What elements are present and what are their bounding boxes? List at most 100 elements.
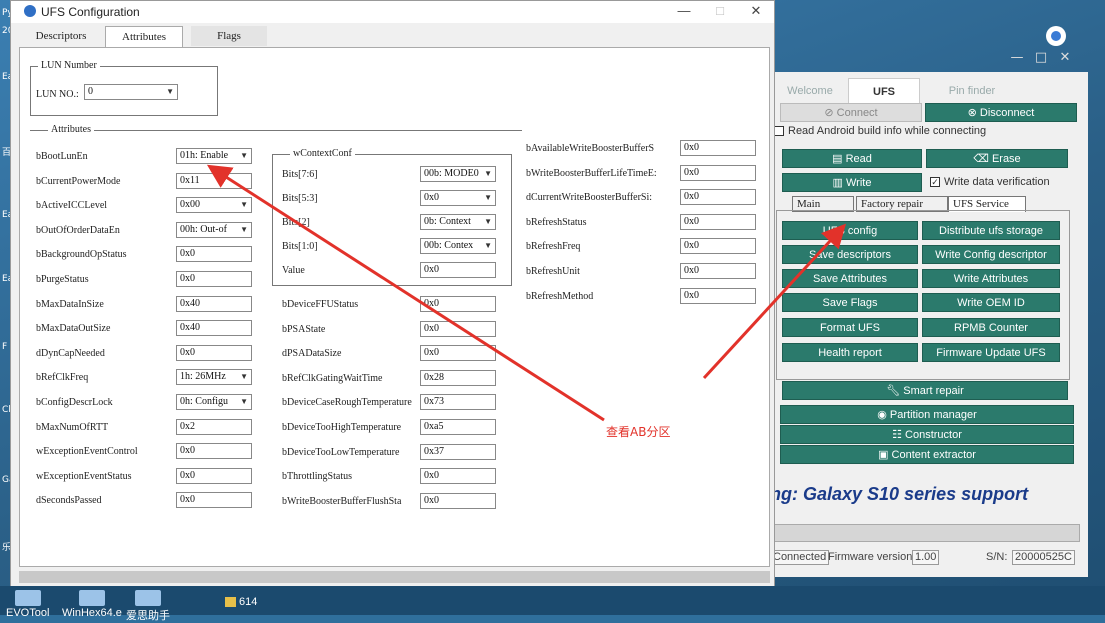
attribute-input[interactable]: 0x0 xyxy=(680,287,756,304)
attribute-input[interactable]: 0x0 xyxy=(420,296,496,312)
save-flags-button[interactable]: Save Flags xyxy=(782,293,918,312)
attribute-input[interactable]: 0x28 xyxy=(420,369,496,386)
attribute-input[interactable]: 0x0 xyxy=(680,213,756,230)
tab-flags[interactable]: Flags xyxy=(191,26,267,46)
attribute-input[interactable]: 0x0 xyxy=(680,189,756,206)
lun-no-select[interactable]: 0 ▼ xyxy=(84,84,178,100)
desktop-icon-label[interactable]: F xyxy=(2,342,7,352)
marquee-text: ng: Galaxy S10 series support xyxy=(770,484,1029,504)
attribute-input[interactable]: 0x40 xyxy=(176,320,252,337)
close-icon[interactable]: ✕ xyxy=(1056,50,1074,65)
disconnect-button[interactable]: ⊗ Disconnect xyxy=(925,103,1077,122)
attribute-label: bPurgeStatus xyxy=(36,274,89,285)
attribute-select[interactable]: 00b: Contex ▼ xyxy=(420,238,496,254)
attribute-input[interactable]: 0x73 xyxy=(420,394,496,411)
attribute-select[interactable]: 0b: Context ▼ xyxy=(420,214,496,230)
window-title: UFS Configuration xyxy=(41,5,140,19)
attribute-input[interactable]: 0x0 xyxy=(680,238,756,255)
attribute-input[interactable]: 0x0 xyxy=(176,271,252,287)
attribute-label: bRefClkFreq xyxy=(36,372,89,384)
attribute-select[interactable]: 00h: Out-of ▼ xyxy=(176,221,252,238)
write-button[interactable]: ▥ Write xyxy=(782,173,922,192)
attribute-input[interactable]: 0x0 xyxy=(680,140,756,156)
attribute-select[interactable]: 0h: Configu ▼ xyxy=(176,394,252,410)
attribute-select[interactable]: 0x0 ▼ xyxy=(420,190,496,206)
save-descriptors-button[interactable]: Save descriptors xyxy=(782,245,918,264)
attribute-input[interactable]: 0x0 xyxy=(420,345,496,362)
health-report-button[interactable]: Health report xyxy=(782,343,918,362)
attribute-label: dSecondsPassed xyxy=(36,495,102,507)
attribute-input[interactable]: 0x0 xyxy=(176,344,252,361)
read-android-info-checkbox[interactable]: Read Android build info while connecting xyxy=(774,125,986,137)
attribute-label: bDeviceCaseRoughTemperature xyxy=(282,397,412,409)
eraser-icon: ⌫ xyxy=(973,153,992,165)
save-attributes-button[interactable]: Save Attributes xyxy=(782,269,918,288)
distribute-ufs-storage-button[interactable]: Distribute ufs storage xyxy=(922,221,1060,240)
firmware-update-ufs-button[interactable]: Firmware Update UFS xyxy=(922,343,1060,362)
smart-repair-button[interactable]: 🔧︎ Smart repair xyxy=(782,381,1068,400)
attribute-input[interactable]: 0x0 xyxy=(680,164,756,181)
chevron-down-icon: ▼ xyxy=(484,193,492,202)
minimize-icon[interactable]: — xyxy=(675,3,693,18)
close-icon[interactable]: ✕ xyxy=(747,3,765,19)
partition-icon: ◉ xyxy=(877,409,890,421)
maximize-icon[interactable]: □ xyxy=(1032,50,1050,65)
attribute-input[interactable]: 0x0 xyxy=(680,263,756,279)
taskbar-folder[interactable]: 614 xyxy=(225,596,257,608)
status-bar: Connected Firmware version: 1.00 S/N: 20… xyxy=(770,548,1088,566)
read-button[interactable]: ▤ Read xyxy=(782,149,922,168)
format-ufs-button[interactable]: Format UFS xyxy=(782,318,918,337)
minimize-icon[interactable]: — xyxy=(1008,50,1026,65)
maximize-icon[interactable]: □ xyxy=(711,3,729,18)
app-icon xyxy=(135,590,161,606)
attribute-select[interactable]: 00b: MODE0 ▼ xyxy=(420,166,496,182)
window-bottom-bar xyxy=(19,571,770,583)
attribute-input[interactable]: 0x0 xyxy=(420,468,496,485)
attribute-label: bActiveICCLevel xyxy=(36,200,108,212)
app-icon xyxy=(14,590,41,606)
partition-manager-button[interactable]: ◉ Partition manager xyxy=(780,405,1074,424)
attribute-input[interactable]: 0xa5 xyxy=(420,419,496,435)
erase-button[interactable]: ⌫ Erase xyxy=(926,149,1068,168)
attribute-select[interactable]: 01h: Enable ▼ xyxy=(176,148,252,164)
taskbar-item[interactable]: 爱思助手 xyxy=(126,590,170,623)
folder-icon xyxy=(225,597,236,607)
firmware-value: 1.00 xyxy=(912,550,940,565)
ufs-config-button[interactable]: UFS config xyxy=(782,221,918,240)
attribute-input[interactable]: 0x2 xyxy=(176,418,252,435)
attribute-select[interactable]: 1h: 26MHz ▼ xyxy=(176,369,252,386)
connect-button[interactable]: ⊘ Connect xyxy=(780,103,922,122)
constructor-button[interactable]: ☷ Constructor xyxy=(780,425,1074,444)
tab-pin-finder[interactable]: Pin finder xyxy=(924,78,1020,104)
attribute-input[interactable]: 0x37 xyxy=(420,443,496,460)
attribute-input[interactable]: 0x0 xyxy=(176,467,252,484)
tab-welcome[interactable]: Welcome xyxy=(776,78,844,104)
write-attributes-button[interactable]: Write Attributes xyxy=(922,269,1060,288)
tab-descriptors[interactable]: Descriptors xyxy=(25,26,97,46)
attribute-input[interactable]: 0x0 xyxy=(176,492,252,509)
connect-icon: ⊘ xyxy=(824,107,837,119)
attribute-input[interactable]: 0x0 xyxy=(420,262,496,278)
content-extractor-button[interactable]: ▣ Content extractor xyxy=(780,445,1074,464)
progress-bar xyxy=(770,524,1080,542)
attribute-label: bRefreshUnit xyxy=(526,266,580,277)
rpmb-counter-button[interactable]: RPMB Counter xyxy=(922,318,1060,337)
write-oem-id-button[interactable]: Write OEM ID xyxy=(922,293,1060,312)
attribute-label: dDynCapNeeded xyxy=(36,347,105,359)
tab-attributes[interactable]: Attributes xyxy=(105,26,183,48)
attribute-select[interactable]: 0x00 ▼ xyxy=(176,197,252,214)
write-config-descriptor-button[interactable]: Write Config descriptor xyxy=(922,245,1060,264)
right-app-titlebar: — □ ✕ xyxy=(770,48,1090,70)
write-verify-checkbox[interactable]: ✓ Write data verification xyxy=(930,176,1050,188)
attribute-label: Bits[7:6] xyxy=(282,169,318,180)
chevron-down-icon: ▼ xyxy=(240,372,248,382)
tab-ufs[interactable]: UFS xyxy=(848,78,920,104)
attribute-input[interactable]: 0x11 xyxy=(176,172,252,189)
floating-assistant-icon[interactable] xyxy=(1046,26,1066,46)
attribute-input[interactable]: 0x40 xyxy=(176,295,252,312)
window-titlebar: UFS Configuration — □ ✕ xyxy=(11,1,774,23)
attribute-input[interactable]: 0x0 xyxy=(176,443,252,460)
attribute-input[interactable]: 0x0 xyxy=(420,320,496,337)
attribute-input[interactable]: 0x0 xyxy=(420,492,496,509)
attribute-input[interactable]: 0x0 xyxy=(176,246,252,263)
